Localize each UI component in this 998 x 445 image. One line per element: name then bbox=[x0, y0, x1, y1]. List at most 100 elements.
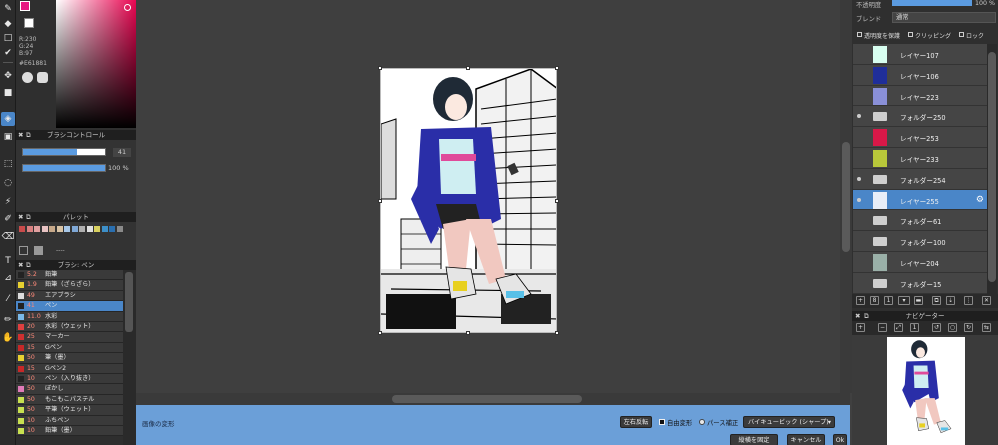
new-layer-icon[interactable]: + bbox=[856, 296, 865, 305]
flip-horizontal-button[interactable]: 左右反転 bbox=[620, 416, 652, 428]
actual-size-icon[interactable]: 1 bbox=[910, 323, 919, 332]
magic-wand-icon[interactable]: ⚡ bbox=[1, 195, 15, 209]
layer-settings-icon[interactable]: ⋮ bbox=[964, 296, 973, 305]
divide-tool-icon[interactable]: ⊿ bbox=[1, 271, 15, 285]
brush-list-scrollbar[interactable] bbox=[123, 270, 136, 445]
blend-mode-select[interactable]: 通常 bbox=[892, 12, 996, 23]
move-tool-icon[interactable]: ✥ bbox=[1, 69, 15, 83]
zoom-in-icon[interactable]: + bbox=[856, 323, 865, 332]
brush-size-value[interactable]: 41 bbox=[113, 148, 131, 157]
brush-item[interactable]: 20 水彩（ウェット） bbox=[16, 322, 123, 333]
layer-row[interactable]: レイヤー223 bbox=[853, 85, 987, 107]
brush-item[interactable]: 50 平筆（ウェット） bbox=[16, 405, 123, 416]
rotate-reset-icon[interactable]: ○ bbox=[948, 323, 957, 332]
transform-handle-b[interactable] bbox=[466, 331, 470, 335]
layer-row[interactable]: フォルダー254 bbox=[853, 168, 987, 190]
bucket-tool-icon[interactable]: ◈ bbox=[1, 112, 15, 126]
main-color-swatch[interactable] bbox=[20, 1, 30, 11]
eraser-tool-icon[interactable]: ◆ bbox=[1, 17, 15, 31]
ok-button[interactable]: Ok bbox=[833, 434, 847, 445]
brush-item[interactable]: 10 ふちペン bbox=[16, 415, 123, 426]
fit-screen-icon[interactable]: ⤢ bbox=[894, 323, 903, 332]
brush-item[interactable]: 50 筆（墨） bbox=[16, 353, 123, 364]
layer-row[interactable]: レイヤー255 ⚙ bbox=[853, 189, 987, 211]
layer-row[interactable]: フォルダー15 bbox=[853, 272, 987, 294]
clipping-checkbox[interactable] bbox=[908, 32, 913, 37]
palette-color-chip[interactable] bbox=[64, 226, 70, 232]
brush-size-slider[interactable] bbox=[22, 148, 106, 156]
visibility-icon[interactable] bbox=[857, 176, 861, 181]
fill-square-icon[interactable]: ■ bbox=[1, 86, 15, 100]
transform-handle-br[interactable] bbox=[555, 331, 559, 335]
brush-item[interactable]: 50 ぼかし bbox=[16, 384, 123, 395]
picker-cursor[interactable] bbox=[124, 4, 131, 11]
perspective-radio[interactable] bbox=[699, 419, 705, 425]
transform-handle-r[interactable] bbox=[555, 199, 559, 203]
palette-color-chip[interactable] bbox=[94, 226, 100, 232]
layer-row[interactable]: レイヤー106 bbox=[853, 64, 987, 86]
brush-item[interactable]: 49 エアブラシ bbox=[16, 290, 123, 302]
gradient-tool-icon[interactable]: ▣ bbox=[1, 130, 15, 144]
palette-color-chip[interactable] bbox=[41, 226, 48, 232]
visibility-icon[interactable] bbox=[857, 114, 861, 119]
select-eraser-icon[interactable]: ⌫ bbox=[1, 230, 15, 244]
rotate-left-icon[interactable]: ↺ bbox=[932, 323, 941, 332]
brush-opacity-slider[interactable] bbox=[22, 164, 106, 172]
select-pen-icon[interactable]: ✐ bbox=[1, 212, 15, 226]
palette-color-chip[interactable] bbox=[71, 226, 78, 232]
delete-layer-icon[interactable]: ✕ bbox=[982, 296, 991, 305]
layer-opacity-slider[interactable] bbox=[892, 0, 972, 6]
brush-item[interactable]: 5.2 鉛筆 bbox=[16, 270, 123, 281]
rotate-right-icon[interactable]: ↻ bbox=[964, 323, 973, 332]
new-layer-1bit-icon[interactable]: 1 bbox=[884, 296, 893, 305]
canvas-horizontal-scrollbar[interactable] bbox=[136, 393, 850, 405]
canvas-vertical-scrollbar[interactable] bbox=[840, 0, 852, 393]
brush-tool-icon[interactable]: ✎ bbox=[1, 2, 15, 16]
palette-color-chip[interactable] bbox=[116, 226, 123, 232]
flip-view-icon[interactable]: ⇆ bbox=[982, 323, 991, 332]
layer-row[interactable]: フォルダー100 bbox=[853, 231, 987, 252]
palette-color-chip[interactable] bbox=[49, 226, 55, 232]
interpolation-select[interactable]: バイキュービック (シャープ) ▾ bbox=[743, 416, 835, 428]
free-transform-checkbox[interactable] bbox=[659, 419, 665, 425]
layer-row[interactable]: レイヤー107 bbox=[853, 44, 987, 65]
layer-list-scrollbar[interactable] bbox=[987, 44, 997, 294]
palette-color-chip[interactable] bbox=[56, 226, 63, 232]
brush-item[interactable]: 15 Gペン bbox=[16, 342, 123, 354]
brush-item[interactable]: 41 ペン bbox=[16, 301, 123, 312]
sub-color-swatch[interactable] bbox=[24, 18, 34, 28]
aspect-lock-button[interactable]: 縦横を固定 bbox=[730, 434, 778, 445]
visibility-icon[interactable] bbox=[857, 197, 861, 202]
brush-item[interactable]: 15 Gペン2 bbox=[16, 363, 123, 374]
new-layer-8bit-icon[interactable]: 8 bbox=[870, 296, 879, 305]
layer-row[interactable]: レイヤー253 bbox=[853, 127, 987, 148]
artwork-canvas[interactable] bbox=[380, 68, 557, 333]
gear-icon[interactable]: ⚙ bbox=[976, 195, 984, 205]
transform-handle-bl[interactable] bbox=[378, 331, 382, 335]
cancel-button[interactable]: キャンセル bbox=[787, 434, 825, 445]
trash-icon[interactable] bbox=[34, 246, 43, 255]
eyedropper-icon[interactable]: ⁄ bbox=[1, 292, 15, 306]
palette-color-chip[interactable] bbox=[101, 226, 108, 232]
hand-tool-icon[interactable]: ✋ bbox=[1, 331, 15, 345]
layer-row[interactable]: フォルダー250 bbox=[853, 106, 987, 128]
add-layer-menu-icon[interactable]: ▾ bbox=[898, 296, 910, 305]
transform-handle-tl[interactable] bbox=[378, 66, 382, 70]
navigator-view[interactable] bbox=[852, 335, 998, 445]
brush-item[interactable]: 25 マーカー bbox=[16, 332, 123, 343]
palette-color-chip[interactable] bbox=[34, 226, 40, 232]
transform-handle-tr[interactable] bbox=[555, 66, 559, 70]
checkmark-icon[interactable]: ✔ bbox=[1, 46, 15, 60]
rectangle-select-icon[interactable]: □ bbox=[1, 31, 15, 45]
transform-handle-t[interactable] bbox=[466, 66, 470, 70]
palette-color-chip[interactable] bbox=[79, 226, 85, 232]
layer-row[interactable]: レイヤー233 bbox=[853, 148, 987, 169]
new-palette-icon[interactable] bbox=[19, 246, 28, 255]
canvas-area[interactable] bbox=[136, 0, 850, 393]
palette-color-chip[interactable] bbox=[86, 226, 93, 232]
smudge-tool-icon[interactable]: ✏ bbox=[1, 313, 15, 327]
palette-color-chip[interactable] bbox=[26, 226, 33, 232]
palette-round-icon[interactable] bbox=[22, 72, 33, 83]
folder-icon[interactable]: ▬ bbox=[914, 296, 923, 305]
layer-row[interactable]: レイヤー204 bbox=[853, 252, 987, 273]
